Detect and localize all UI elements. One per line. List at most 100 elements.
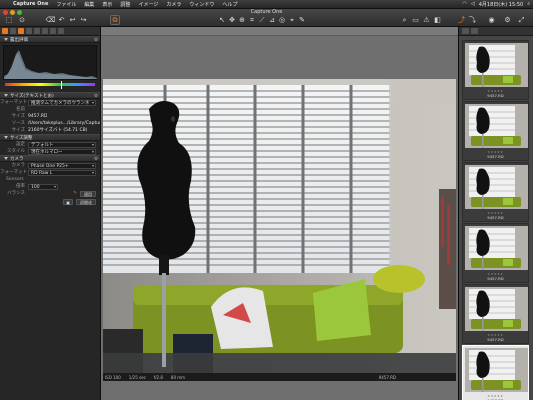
style-select[interactable]: 現在ホルマロー [28,148,96,155]
menu-image[interactable]: イメージ [134,1,162,8]
reset-row: ▣ 初期化 [0,198,100,206]
menu-help[interactable]: ヘルプ [218,1,241,8]
thumbnail[interactable]: ★★★★★9457.RD [462,101,529,161]
menu-camera[interactable]: カメラ [162,1,185,8]
raw-format-select[interactable]: RD Raw L [28,169,96,176]
apply-button[interactable]: 適用 [80,191,96,197]
tab-exposure-icon[interactable] [26,28,32,34]
menu-app[interactable]: Capture One [9,1,52,7]
thumbnail[interactable]: ★★★★★9457.RD [462,223,529,283]
menu-edit[interactable]: 編集 [80,1,98,8]
tab-capture-icon[interactable] [10,28,16,34]
thumbnail[interactable]: ★★★★★9457.RD [462,162,529,222]
meta-dims-row: サイズ 2160サイズバト (54.71 CB) [11,128,88,133]
collapse-triangle-icon [4,136,8,139]
keystone-tool-icon[interactable]: ⊿ [268,15,276,25]
browser-sort-icon[interactable] [471,28,478,34]
paste-adjustments-icon[interactable]: ⤵ [468,15,477,25]
balance-row: バランス ✎ 適用 [0,190,100,198]
sensors-row: Sensors [6,177,24,182]
style-profile-row: 設定 デフォルト [0,141,100,148]
browser-header [459,27,533,36]
picker-tool-icon[interactable]: ⌖ [288,15,296,25]
tab-library-icon[interactable] [2,28,8,34]
tool-tabs [0,27,100,36]
menu-window[interactable]: ウィンドウ [185,1,218,8]
auto-icon[interactable]: ▣ [63,199,73,205]
tab-metadata-icon[interactable] [58,28,64,34]
focal-length-readout: 80 mm [170,374,186,380]
menu-view[interactable]: 表示 [98,1,116,8]
capture-icon[interactable]: ⊙ [17,15,27,25]
status-area: ◠ ◁ 4月18日(木) 15:50 ⌕ [463,1,533,8]
thumbnail-image [465,287,528,331]
tab-lens-icon[interactable] [34,28,40,34]
spot-removal-icon[interactable]: ◎ [278,15,286,25]
settings-gear-icon[interactable]: ⚙ [503,15,512,25]
iso-field[interactable]: 100 [28,183,58,190]
picker-icon[interactable]: ✎ [73,190,77,198]
tool-panel: 露出評価 ⚙ サイズ(テキストとお) ⚙ フォーマット 推測タムでカメラのウランネ… [0,27,101,400]
view-icon[interactable]: ▭ [411,15,420,25]
tab-details-icon[interactable] [42,28,48,34]
thumbnail[interactable]: ★★★★★9457.RD [462,345,529,400]
menu-adjust[interactable]: 調整 [116,1,134,8]
thumbnail-caption: 9457.RD [487,215,504,220]
volume-icon[interactable]: ◁ [471,1,475,7]
section-gear-icon[interactable]: ⚙ [94,37,98,44]
collapse-triangle-icon [4,157,8,160]
overlay-icon[interactable]: ◧ [433,15,442,25]
thumbnail[interactable]: ★★★★★9457.RD [462,40,529,100]
menu-bar: Capture One ファイル 編集 表示 調整 イメージ カメラ ウィンドウ… [0,0,533,9]
section-camera[interactable]: カメラ ⚙ [0,155,100,162]
profile-select[interactable]: デフォルト [28,141,96,148]
thumbnail[interactable]: ★★★★★9457.RD [462,284,529,344]
expand-icon[interactable]: ⤢ [517,15,526,25]
section-style[interactable]: サイズ調整 [0,134,100,141]
exposure-marker[interactable] [61,81,62,89]
camera-format-row: フォーマット RD Raw L [0,169,100,176]
straighten-tool-icon[interactable]: ⟋ [258,15,266,25]
section-gear-icon[interactable]: ⚙ [94,93,98,100]
warning-icon[interactable]: ⚠ [422,15,431,25]
search-icon[interactable]: ⌕ [400,15,409,25]
section-exposure-evaluation[interactable]: 露出評価 ⚙ [0,36,100,43]
spotlight-search-icon[interactable]: ⌕ [527,1,530,7]
process-icon[interactable]: ⧉ [110,15,120,25]
browser-panel: ★★★★★ 9457.RD ★★★★★ 9457.RD ★★★★★ 9457.RD ★★★★… [458,27,533,400]
import-icon[interactable]: ⬚ [4,15,14,25]
wifi-icon[interactable]: ◠ [463,1,467,7]
rotate-left-icon[interactable]: ↶ [57,15,66,25]
camera-select[interactable]: Phase One P25+ [28,162,96,169]
clear-icon[interactable]: ⌫ [46,15,56,25]
photo-image [103,79,456,373]
menu-clock[interactable]: 4月18日(木) 15:50 [479,1,523,8]
main-photo[interactable] [103,79,456,373]
format-select[interactable]: 推測タムでカメラのウランネ [28,99,96,106]
camera-icon[interactable]: ◉ [487,15,496,25]
menu-file[interactable]: ファイル [52,1,80,8]
style-mode-row: スタイル 現在ホルマロー [0,148,100,155]
annotation-tool-icon[interactable]: ✎ [298,15,306,25]
tab-output-icon[interactable] [50,28,56,34]
undo-icon[interactable]: ↩ [68,15,77,25]
reset-button[interactable]: 初期化 [76,199,96,205]
browser-view-icon[interactable] [462,28,469,34]
thumbnail-image [465,43,528,87]
collapse-triangle-icon [4,94,8,97]
zoom-tool-icon[interactable]: ⊕ [238,15,246,25]
pan-tool-icon[interactable]: ✥ [228,15,236,25]
viewer-header [101,27,458,36]
tab-color-icon[interactable] [18,28,24,34]
section-gear-icon[interactable]: ⚙ [94,156,98,163]
exposure-scale [3,81,97,91]
redo-icon[interactable]: ↪ [79,15,88,25]
section-metadata[interactable]: サイズ(テキストとお) ⚙ [0,92,100,99]
thumbnail-image [465,104,528,148]
thumbnail-caption: 9457.RD [487,337,504,342]
pointer-tool-icon[interactable]: ↖ [218,15,226,25]
copy-adjustments-icon[interactable]: ⤴ [457,15,466,25]
aperture-readout: f/2.8 [153,374,163,380]
crop-tool-icon[interactable]: ⌗ [248,15,256,25]
meta-size-row: サイズ 9457.RD [11,114,48,119]
